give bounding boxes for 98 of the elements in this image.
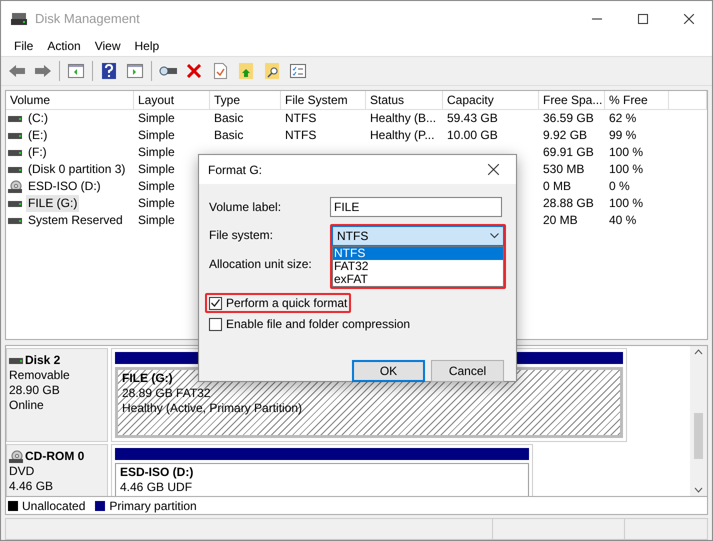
dropdown-option[interactable]: NTFS: [333, 247, 503, 260]
column-header[interactable]: % Free: [605, 91, 669, 110]
table-cell-text: Simple: [137, 127, 176, 144]
table-cell-text: Healthy (B...: [369, 110, 438, 127]
table-cell-text: NTFS: [284, 110, 318, 127]
disk-detail: Removable: [9, 368, 71, 383]
volume-detail: Healthy (Active, Primary Partition): [122, 401, 304, 416]
table-cell-text: Basic: [213, 110, 244, 127]
partition-name: ESD-ISO (D:): [120, 465, 194, 480]
dropdown-option[interactable]: exFAT: [333, 273, 503, 286]
table-cell-text: 9.92 GB: [542, 127, 588, 144]
table-cell-text: Simple: [137, 195, 176, 212]
table-cell-text: Simple: [137, 110, 176, 127]
table-cell-text: Healthy (P...: [369, 127, 436, 144]
column-header[interactable]: Status: [366, 91, 443, 110]
drive-icon: [8, 200, 22, 208]
disk-name: CD-ROM 0: [25, 449, 84, 464]
column-header[interactable]: Type: [210, 91, 281, 110]
table-cell-text: 69.91 GB: [542, 144, 595, 161]
cd-drive-icon: [8, 180, 22, 194]
table-cell-text: 28.88 GB: [542, 195, 595, 212]
table-cell-text: Basic: [213, 127, 244, 144]
delete-icon[interactable]: [184, 61, 204, 81]
drive-name[interactable]: (Disk 0 partition 3): [26, 161, 128, 178]
scrollbar[interactable]: [690, 346, 707, 496]
table-cell-text: 530 MB: [542, 161, 586, 178]
drive-icon: [11, 12, 27, 26]
field-label: Allocation unit size:: [209, 257, 312, 271]
volume-detail: 28.89 GB FAT32: [122, 386, 212, 401]
chevron-icon: [490, 233, 499, 239]
folder-up-icon[interactable]: [236, 61, 256, 81]
table-cell-text: 59.43 GB: [446, 110, 499, 127]
table-cell-text: NTFS: [284, 127, 318, 144]
table-cell-text: 36.59 GB: [542, 110, 595, 127]
dialog-title: Format G:: [208, 162, 262, 176]
panel-icon[interactable]: [66, 61, 86, 81]
drive-name[interactable]: System Reserved: [26, 212, 125, 229]
legend-label: Unallocated: [22, 498, 86, 512]
scrollbar-thumb[interactable]: [694, 413, 703, 459]
table-cell-text: 20 MB: [542, 212, 579, 229]
checkbox-label: Perform a quick format: [226, 296, 348, 310]
column-header[interactable]: Layout: [134, 91, 210, 110]
disk-detail: Online: [9, 398, 45, 413]
legend-label: Primary partition: [109, 498, 197, 512]
drive-name[interactable]: (C:): [26, 110, 50, 127]
dropdown[interactable]: NTFS: [332, 226, 504, 246]
drive-icon: [8, 166, 22, 174]
menu-item[interactable]: Action: [40, 39, 88, 53]
table-cell-text: 0 %: [608, 178, 631, 195]
table-cell-text: Simple: [137, 161, 176, 178]
table-cell-text: 99 %: [608, 127, 638, 144]
dialog-button[interactable]: Cancel: [431, 360, 504, 382]
field-label: File system:: [209, 228, 274, 242]
disk-detail: 4.46 GB: [9, 479, 54, 494]
window-title: Disk Management: [35, 11, 141, 26]
table-cell-text: 62 %: [608, 110, 638, 127]
checkbox-label: Enable file and folder compression: [226, 317, 410, 331]
disk-detail: DVD: [9, 464, 36, 479]
table-cell-text: Simple: [137, 212, 176, 229]
drive-icon: [8, 132, 22, 140]
field-label: Volume label:: [209, 200, 282, 214]
table-cell-text: 10.00 GB: [446, 127, 499, 144]
checklist-icon[interactable]: [288, 61, 308, 81]
checkbox[interactable]: [209, 318, 222, 330]
drive-icon: [8, 216, 22, 224]
dropdown-option[interactable]: FAT32: [333, 260, 503, 273]
table-cell-text: 0 MB: [542, 178, 572, 195]
checkbox[interactable]: [209, 296, 222, 310]
disk-detail: 28.90 GB: [9, 383, 61, 398]
panel-icon[interactable]: [125, 61, 145, 81]
column-header[interactable]: File System: [281, 91, 366, 110]
drive-icon: [8, 148, 22, 156]
table-cell-text: 100 %: [608, 161, 644, 178]
drive-icon: [9, 356, 23, 364]
drive-name[interactable]: FILE (G:): [26, 195, 80, 212]
column-header[interactable]: Free Spa...: [539, 91, 605, 110]
disk-name: Disk 2: [25, 353, 60, 368]
folder-search-icon[interactable]: [262, 61, 282, 81]
menu-item[interactable]: File: [7, 39, 40, 53]
menu-item[interactable]: Help: [128, 39, 166, 53]
drive-name[interactable]: (F:): [26, 144, 49, 161]
dialog-button[interactable]: OK: [352, 360, 425, 382]
table-cell-text: 40 %: [608, 212, 638, 229]
help-icon[interactable]: [99, 61, 119, 81]
column-header[interactable]: Volume: [6, 91, 134, 110]
drive-name[interactable]: ESD-ISO (D:): [26, 178, 103, 195]
volume-block[interactable]: ESD-ISO (D:) 4.46 GB UDF: [115, 463, 529, 496]
volume-detail: 4.46 GB UDF: [120, 480, 194, 495]
input-field[interactable]: FILE: [330, 196, 502, 216]
table-cell-text: Simple: [137, 144, 176, 161]
drive-icon: [8, 114, 22, 122]
table-cell-text: 100 %: [608, 195, 644, 212]
column-header[interactable]: Capacity: [443, 91, 539, 110]
table-cell-text: Simple: [137, 178, 176, 195]
menu-item[interactable]: View: [88, 39, 128, 53]
drive-name[interactable]: (E:): [26, 127, 50, 144]
table-cell-text: 100 %: [608, 144, 644, 161]
cd-drive-icon: [9, 450, 23, 464]
